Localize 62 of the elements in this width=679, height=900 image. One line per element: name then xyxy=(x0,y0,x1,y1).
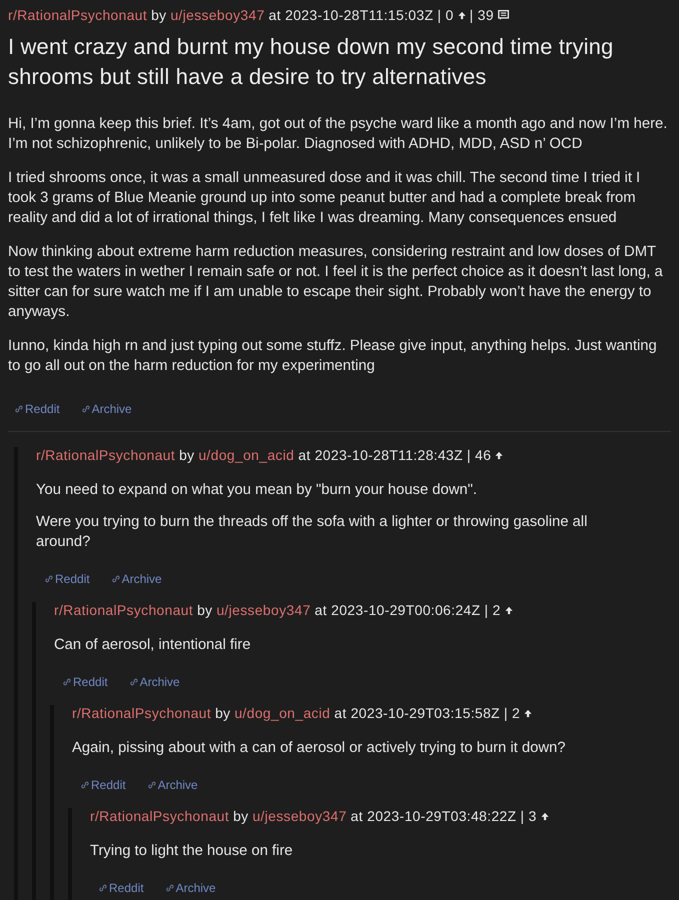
link-icon xyxy=(112,575,120,583)
by-label: by xyxy=(179,447,194,463)
subreddit-link[interactable]: r/RationalPsychonaut xyxy=(90,808,230,824)
score-text: | 46 xyxy=(466,447,492,463)
timestamp-text: at 2023-10-29T03:48:22Z xyxy=(350,808,516,824)
link-icon xyxy=(63,678,71,686)
archive-link[interactable]: Archive xyxy=(148,778,198,792)
by-label: by xyxy=(197,602,212,618)
upvote-icon xyxy=(495,450,504,460)
score-text: | 2 xyxy=(484,602,501,618)
body-paragraph: I tried shrooms once, it was a small unmeasured dose and it was chill. The second time I tried it I took 3 grams of Blue Meanie ground up into some peanut butter and had a complete break from reality and did a lot of irrational things, I felt like I was dreaming. Many consequences ensued xyxy=(8,169,642,228)
body-paragraph: Hi, I’m gonna keep this brief. It’s 4am, got out of the psyche ward like a month ago and now I’m here. I’m not schizophrenic, unlikely to be Bi-polar. Diagnosed with ADHD, MDD, ASD n’ OCD xyxy=(8,115,668,154)
reddit-link[interactable]: Reddit xyxy=(15,402,60,416)
upvote-icon xyxy=(524,708,532,718)
link-icon xyxy=(81,781,89,789)
author-link[interactable]: u/dog_on_acid xyxy=(234,705,330,721)
link-icon xyxy=(166,884,174,892)
body-paragraph: Now thinking about extreme harm reduction measures, considering restraint and low doses of DMT to test the waters in wether I remain safe or not. I feel it is the perfect choice as it doesn’t last long, a sitter can for sure watch me if I am unable to escape their sight. Probably won’t have the energy to anyways. xyxy=(8,243,664,322)
author-link[interactable]: u/dog_on_acid xyxy=(198,447,294,463)
comment-count: | 39 xyxy=(470,7,494,23)
by-label: by xyxy=(233,808,248,824)
by-label: by xyxy=(215,705,230,721)
score-text: | 2 xyxy=(504,705,520,721)
link-icon xyxy=(15,405,23,413)
timestamp-text: at 2023-10-29T00:06:24Z xyxy=(314,602,480,618)
body-paragraph: Can of aerosol, intentional fire xyxy=(54,636,252,655)
reddit-link[interactable]: Reddit xyxy=(45,572,90,586)
subreddit-link[interactable]: r/RationalPsychonaut xyxy=(8,7,148,23)
upvote-icon xyxy=(458,10,466,20)
timestamp-text: at 2023-10-28T11:28:43Z xyxy=(298,447,463,463)
link-icon xyxy=(130,678,138,686)
archive-link[interactable]: Archive xyxy=(130,675,180,689)
link-icon xyxy=(45,575,53,583)
body-paragraph: You need to expand on what you mean by "burn your house down". xyxy=(36,481,478,500)
body-paragraph: Iunno, kinda high rn and just typing out some stuffz. Please give input, anything helps. Just wanting to go all out on the harm reduction for my experimenting xyxy=(8,337,658,376)
upvote-icon xyxy=(504,606,513,614)
subreddit-link[interactable]: r/RationalPsychonaut xyxy=(54,602,194,618)
author-link[interactable]: u/jesseboy347 xyxy=(170,7,265,23)
score-text: | 3 xyxy=(520,808,537,824)
reddit-link[interactable]: Reddit xyxy=(99,881,144,895)
link-icon xyxy=(82,405,90,413)
link-icon xyxy=(99,884,107,892)
link-icon xyxy=(148,781,156,789)
timestamp-text: at 2023-10-29T03:15:58Z xyxy=(334,705,500,721)
upvote-icon xyxy=(540,812,549,820)
body-paragraph: Were you trying to burn the threads off the sofa with a lighter or throwing gasoline all around? xyxy=(36,513,588,552)
archive-link[interactable]: Archive xyxy=(166,881,216,895)
body-paragraph: Trying to light the house on fire xyxy=(90,842,294,861)
archive-link[interactable]: Archive xyxy=(112,572,162,586)
post-title: I went crazy and burnt my house down my second time trying shrooms but still have a desire to try alternatives xyxy=(8,33,614,91)
timestamp-text: at 2023-10-28T11:15:03Z xyxy=(268,7,434,23)
by-label: by xyxy=(151,7,166,23)
reddit-link[interactable]: Reddit xyxy=(63,675,108,689)
score-text: | 0 xyxy=(437,7,454,23)
reddit-link[interactable]: Reddit xyxy=(81,778,126,792)
comment-icon xyxy=(498,10,509,20)
subreddit-link[interactable]: r/RationalPsychonaut xyxy=(36,447,176,463)
author-link[interactable]: u/jesseboy347 xyxy=(216,602,311,618)
author-link[interactable]: u/jesseboy347 xyxy=(252,808,347,824)
subreddit-link[interactable]: r/RationalPsychonaut xyxy=(72,705,212,721)
archive-link[interactable]: Archive xyxy=(82,402,132,416)
body-paragraph: Again, pissing about with a can of aerosol or actively trying to burn it down? xyxy=(72,739,567,758)
